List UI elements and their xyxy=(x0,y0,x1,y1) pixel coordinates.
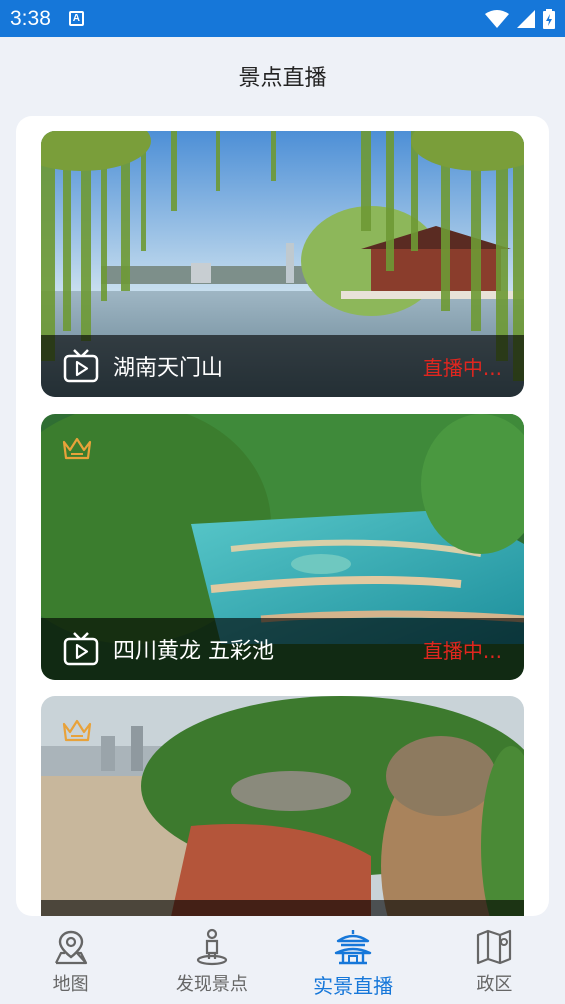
battery-icon xyxy=(543,8,555,29)
signal-icon xyxy=(517,9,535,28)
nav-item-live[interactable]: 实景直播 xyxy=(283,918,424,1004)
notification-icon: A xyxy=(68,11,84,26)
crown-icon xyxy=(62,719,92,742)
nav-label: 实景直播 xyxy=(313,974,394,998)
map-pin-icon xyxy=(54,930,87,965)
nav-label: 发现景点 xyxy=(175,974,248,995)
status-indicators xyxy=(485,8,555,29)
nav-label: 政区 xyxy=(476,974,513,995)
spot-name: 湖南天门山 xyxy=(113,356,224,381)
nav-item-map[interactable]: 地图 xyxy=(0,918,141,1004)
status-bar: 3:38 A xyxy=(0,0,565,37)
spot-card[interactable]: 湖南天门山 直播中... xyxy=(41,131,524,397)
crown-icon xyxy=(62,437,92,460)
spot-name: 四川黄龙 五彩池 xyxy=(113,639,274,664)
nav-label: 地图 xyxy=(52,974,89,995)
spot-card[interactable]: 四川黄龙 五彩池 直播中... xyxy=(41,414,524,680)
pavilion-icon xyxy=(334,930,372,965)
spot-image xyxy=(41,696,524,916)
nav-item-discover[interactable]: 发现景点 xyxy=(141,918,282,1004)
page-title: 景点直播 xyxy=(238,66,327,91)
explorer-icon xyxy=(196,928,227,966)
bottom-nav: 地图 发现景点 实景直播 政区 xyxy=(0,918,565,1004)
wifi-icon xyxy=(485,9,509,28)
folded-map-icon xyxy=(477,929,512,965)
tv-icon xyxy=(63,349,99,383)
tv-icon xyxy=(63,632,99,666)
spot-caption xyxy=(41,900,524,916)
spot-card[interactable] xyxy=(41,696,524,916)
nav-item-region[interactable]: 政区 xyxy=(424,918,565,1004)
spot-caption: 四川黄龙 五彩池 直播中... xyxy=(41,618,524,680)
live-status: 直播中... xyxy=(422,355,502,380)
status-time: 3:38 xyxy=(10,6,51,30)
spot-caption: 湖南天门山 直播中... xyxy=(41,335,524,397)
live-spot-list[interactable]: 湖南天门山 直播中... 四川黄龙 五彩池 直播中... xyxy=(16,116,549,916)
live-status: 直播中... xyxy=(422,638,502,663)
